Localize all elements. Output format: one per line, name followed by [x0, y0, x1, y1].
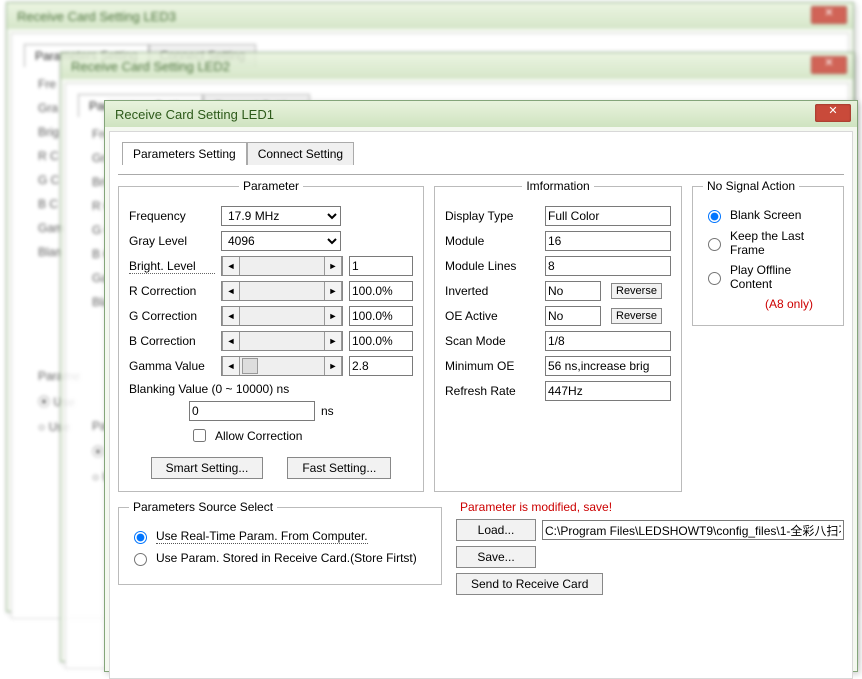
- g-slider[interactable]: ◄►: [221, 306, 343, 326]
- inverted-field[interactable]: [545, 281, 601, 301]
- left-arrow-icon[interactable]: ◄: [222, 257, 240, 275]
- stub: Use: [49, 420, 70, 434]
- g-value[interactable]: [349, 306, 413, 326]
- allow-correction-checkbox[interactable]: [193, 429, 206, 442]
- bright-level-label: Bright. Level: [129, 259, 215, 274]
- load-button[interactable]: Load...: [456, 519, 536, 541]
- frequency-select[interactable]: 17.9 MHz: [221, 206, 341, 226]
- frequency-label: Frequency: [129, 209, 215, 223]
- blanking-unit: ns: [321, 404, 334, 418]
- radio-realtime[interactable]: Use Real-Time Param. From Computer.: [129, 528, 431, 544]
- left-arrow-icon[interactable]: ◄: [222, 282, 240, 300]
- titlebar-led2: Receive Card Setting LED2 ✕: [61, 53, 853, 79]
- gray-level-select[interactable]: 4096: [221, 231, 341, 251]
- refresh-rate-field[interactable]: [545, 381, 671, 401]
- title-led1: Receive Card Setting LED1: [115, 107, 274, 122]
- bright-value[interactable]: [349, 256, 413, 276]
- stub: Fre: [38, 77, 840, 91]
- r-correction-label: R Correction: [129, 284, 215, 298]
- b-value[interactable]: [349, 331, 413, 351]
- radio-keep-frame[interactable]: Keep the Last Frame: [703, 229, 833, 257]
- gamma-value[interactable]: [349, 356, 413, 376]
- tab-parameters[interactable]: Parameters Setting: [122, 142, 247, 165]
- oe-reverse-button[interactable]: Reverse: [611, 308, 662, 324]
- gray-level-label: Gray Level: [129, 234, 215, 248]
- gamma-label: Gamma Value: [129, 359, 215, 373]
- titlebar-led3: Receive Card Setting LED3 ✕: [7, 3, 853, 29]
- parameter-legend: Parameter: [239, 179, 303, 193]
- gamma-slider[interactable]: ◄►: [221, 356, 343, 376]
- fast-setting-button[interactable]: Fast Setting...: [287, 457, 391, 479]
- module-lines-field[interactable]: [545, 256, 671, 276]
- modified-warning: Parameter is modified, save!: [460, 500, 844, 514]
- a8-note: (A8 only): [765, 297, 833, 311]
- b-slider[interactable]: ◄►: [221, 331, 343, 351]
- oe-active-field[interactable]: [545, 306, 601, 326]
- r-value[interactable]: [349, 281, 413, 301]
- min-oe-field[interactable]: [545, 356, 671, 376]
- blanking-input[interactable]: [189, 401, 315, 421]
- display-type-label: Display Type: [445, 209, 539, 223]
- window-led1: Receive Card Setting LED1 ✕ Parameters S…: [104, 100, 858, 672]
- tab-bar: Parameters Setting Connect Setting: [122, 142, 844, 165]
- display-type-field[interactable]: [545, 206, 671, 226]
- config-path-input[interactable]: [542, 520, 844, 540]
- refresh-rate-label: Refresh Rate: [445, 384, 539, 398]
- stub: Use: [53, 395, 74, 409]
- title-led3: Receive Card Setting LED3: [17, 9, 176, 24]
- oe-active-label: OE Active: [445, 309, 539, 323]
- module-label: Module: [445, 234, 539, 248]
- smart-setting-button[interactable]: Smart Setting...: [151, 457, 264, 479]
- close-icon[interactable]: ✕: [815, 104, 851, 122]
- no-signal-legend: No Signal Action: [703, 179, 799, 193]
- scan-mode-field[interactable]: [545, 331, 671, 351]
- inverted-label: Inverted: [445, 284, 539, 298]
- module-lines-label: Module Lines: [445, 259, 539, 273]
- scan-mode-label: Scan Mode: [445, 334, 539, 348]
- g-correction-label: G Correction: [129, 309, 215, 323]
- min-oe-label: Minimum OE: [445, 359, 539, 373]
- right-arrow-icon[interactable]: ►: [324, 307, 342, 325]
- radio-blank-screen[interactable]: Blank Screen: [703, 207, 833, 223]
- bright-slider[interactable]: ◄►: [221, 256, 343, 276]
- close-icon[interactable]: ✕: [811, 6, 847, 24]
- param-source-group: Parameters Source Select Use Real-Time P…: [118, 500, 442, 585]
- tab-connect[interactable]: Connect Setting: [149, 44, 256, 67]
- right-arrow-icon[interactable]: ►: [324, 357, 342, 375]
- save-button[interactable]: Save...: [456, 546, 536, 568]
- inverted-reverse-button[interactable]: Reverse: [611, 283, 662, 299]
- param-source-legend: Parameters Source Select: [129, 500, 277, 514]
- titlebar-led1[interactable]: Receive Card Setting LED1 ✕: [105, 101, 857, 127]
- right-arrow-icon[interactable]: ►: [324, 332, 342, 350]
- tab-connect[interactable]: Connect Setting: [247, 142, 354, 165]
- send-button[interactable]: Send to Receive Card: [456, 573, 603, 595]
- close-icon[interactable]: ✕: [811, 56, 847, 74]
- no-signal-group: No Signal Action Blank Screen Keep the L…: [692, 179, 844, 326]
- left-arrow-icon[interactable]: ◄: [222, 332, 240, 350]
- title-led2: Receive Card Setting LED2: [71, 59, 230, 74]
- b-correction-label: B Correction: [129, 334, 215, 348]
- r-slider[interactable]: ◄►: [221, 281, 343, 301]
- blanking-label: Blanking Value (0 ~ 10000) ns: [129, 382, 413, 396]
- left-arrow-icon[interactable]: ◄: [222, 357, 240, 375]
- radio-stored[interactable]: Use Param. Stored in Receive Card.(Store…: [129, 550, 431, 566]
- parameter-group: Parameter Frequency 17.9 MHz Gray Level …: [118, 179, 424, 492]
- module-field[interactable]: [545, 231, 671, 251]
- tab-bar: Parameters Setting Connect Setting: [24, 44, 840, 67]
- right-arrow-icon[interactable]: ►: [324, 282, 342, 300]
- right-arrow-icon[interactable]: ►: [324, 257, 342, 275]
- left-arrow-icon[interactable]: ◄: [222, 307, 240, 325]
- allow-correction-label: Allow Correction: [215, 429, 302, 443]
- information-group: Imformation Display Type Module Module L…: [434, 179, 682, 492]
- tab-parameters[interactable]: Parameters Setting: [24, 44, 149, 67]
- information-legend: Imformation: [522, 179, 593, 193]
- radio-play-offline[interactable]: Play Offline Content: [703, 263, 833, 291]
